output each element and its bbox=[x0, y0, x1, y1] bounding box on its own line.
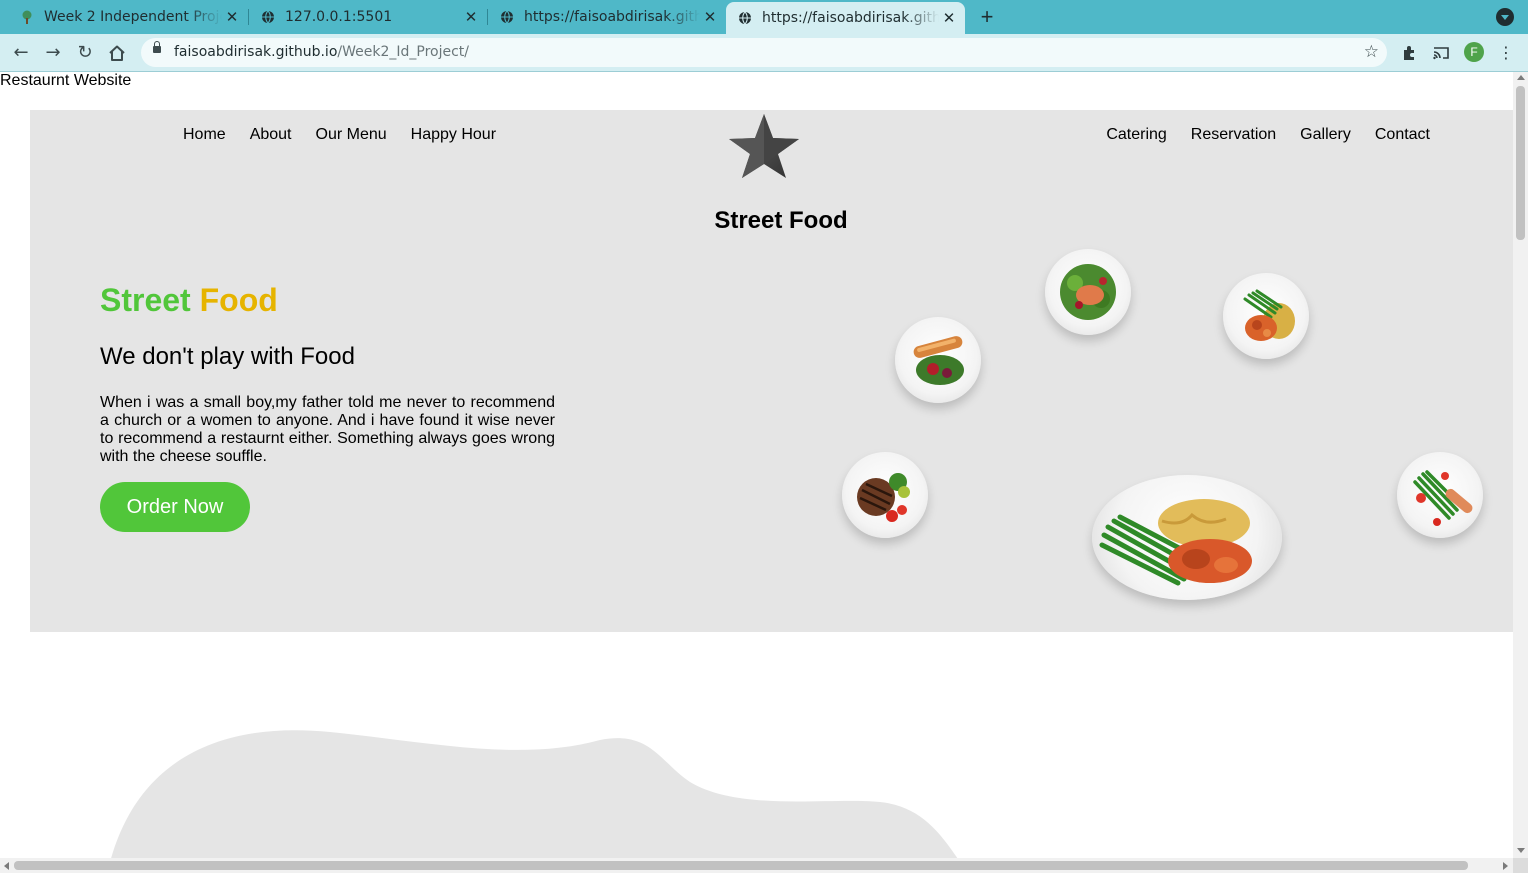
hero-headline: Street Food bbox=[100, 282, 278, 319]
scroll-right-arrow-icon[interactable] bbox=[1503, 862, 1508, 870]
tab-title: 127.0.0.1:5501 bbox=[285, 9, 393, 25]
tab-strip: Week 2 Independent Project ✕ 127.0.0.1:5… bbox=[0, 0, 1528, 34]
close-icon[interactable]: ✕ bbox=[461, 8, 481, 26]
url-text[interactable]: faisoabdirisak.github.io/Week2_Id_Projec… bbox=[174, 44, 469, 60]
decorative-wave-shape bbox=[111, 730, 958, 858]
tab-github-pages-active[interactable]: https://faisoabdirisak.github.io ✕ bbox=[726, 2, 965, 34]
food-plate-image[interactable] bbox=[895, 317, 981, 403]
address-bar[interactable]: faisoabdirisak.github.io/Week2_Id_Projec… bbox=[141, 38, 1387, 67]
food-plate-image[interactable] bbox=[1397, 452, 1483, 538]
back-icon[interactable]: ← bbox=[9, 41, 33, 65]
tab-week2-project[interactable]: Week 2 Independent Project ✕ bbox=[0, 0, 248, 34]
globe-icon bbox=[500, 10, 514, 24]
food-plate-image[interactable] bbox=[842, 452, 928, 538]
browser-toolbar: ← → ↻ faisoabdirisak.github.io/Week2_Id_… bbox=[0, 34, 1528, 72]
food-plate-image[interactable] bbox=[1045, 249, 1131, 335]
nav-left: Home About Our Menu Happy Hour bbox=[183, 126, 520, 144]
star-logo-icon[interactable] bbox=[727, 112, 801, 180]
menu-kebab-icon[interactable]: ⋮ bbox=[1496, 43, 1516, 63]
hero-tagline: We don't play with Food bbox=[100, 343, 355, 370]
globe-icon bbox=[738, 11, 752, 25]
brand-title: Street Food bbox=[714, 207, 848, 234]
nav-home-link[interactable]: Home bbox=[183, 126, 226, 144]
headline-word-street: Street bbox=[100, 282, 191, 318]
tab-search-icon[interactable] bbox=[1496, 8, 1514, 26]
horizontal-scrollbar[interactable] bbox=[0, 858, 1513, 873]
scroll-up-arrow-icon[interactable] bbox=[1517, 75, 1525, 80]
horizontal-scroll-thumb[interactable] bbox=[14, 861, 1468, 870]
page-viewport: Restaurnt Website Home About Our Menu Ha… bbox=[0, 72, 1513, 858]
nav-our-menu-link[interactable]: Our Menu bbox=[316, 126, 387, 144]
tab-title: Week 2 Independent Project bbox=[44, 9, 222, 25]
close-icon[interactable]: ✕ bbox=[222, 8, 242, 26]
nav-reservation-link[interactable]: Reservation bbox=[1191, 126, 1276, 144]
nav-about-link[interactable]: About bbox=[250, 126, 292, 144]
tab-title: https://faisoabdirisak.github.io bbox=[524, 9, 700, 25]
scroll-left-arrow-icon[interactable] bbox=[4, 862, 9, 870]
nav-gallery-link[interactable]: Gallery bbox=[1300, 126, 1351, 144]
order-now-button[interactable]: Order Now bbox=[100, 482, 250, 532]
lock-icon[interactable] bbox=[153, 41, 161, 53]
scroll-down-arrow-icon[interactable] bbox=[1517, 848, 1525, 853]
tab-title: https://faisoabdirisak.github.io bbox=[762, 10, 939, 26]
globe-icon bbox=[261, 10, 275, 24]
food-plate-image[interactable] bbox=[1223, 273, 1309, 359]
bookmark-star-icon[interactable]: ☆ bbox=[1364, 42, 1379, 62]
forward-icon[interactable]: → bbox=[41, 41, 65, 65]
tab-github-pages[interactable]: https://faisoabdirisak.github.io ✕ bbox=[480, 0, 726, 34]
hero-section: Home About Our Menu Happy Hour Catering … bbox=[30, 110, 1513, 632]
vertical-scrollbar[interactable] bbox=[1513, 72, 1528, 858]
reload-icon[interactable]: ↻ bbox=[73, 41, 97, 65]
profile-avatar[interactable]: F bbox=[1464, 42, 1484, 62]
nav-right: Catering Reservation Gallery Contact bbox=[1082, 126, 1430, 144]
cast-icon[interactable] bbox=[1431, 43, 1451, 63]
vertical-scroll-thumb[interactable] bbox=[1516, 86, 1525, 240]
nav-contact-link[interactable]: Contact bbox=[1375, 126, 1430, 144]
nav-happy-hour-link[interactable]: Happy Hour bbox=[411, 126, 496, 144]
extensions-icon[interactable] bbox=[1400, 43, 1420, 63]
scrollbar-corner bbox=[1513, 858, 1528, 873]
new-tab-button[interactable]: + bbox=[975, 4, 999, 30]
home-icon[interactable] bbox=[105, 41, 129, 65]
headline-word-food: Food bbox=[199, 282, 278, 318]
food-plate-image[interactable] bbox=[1092, 475, 1282, 600]
hero-description: When i was a small boy,my father told me… bbox=[100, 394, 555, 465]
document-title-text: Restaurnt Website bbox=[0, 72, 132, 89]
close-icon[interactable]: ✕ bbox=[939, 9, 959, 27]
tree-favicon-icon bbox=[20, 10, 34, 24]
tab-localhost[interactable]: 127.0.0.1:5501 ✕ bbox=[241, 0, 487, 34]
nav-catering-link[interactable]: Catering bbox=[1106, 126, 1166, 144]
close-icon[interactable]: ✕ bbox=[700, 8, 720, 26]
